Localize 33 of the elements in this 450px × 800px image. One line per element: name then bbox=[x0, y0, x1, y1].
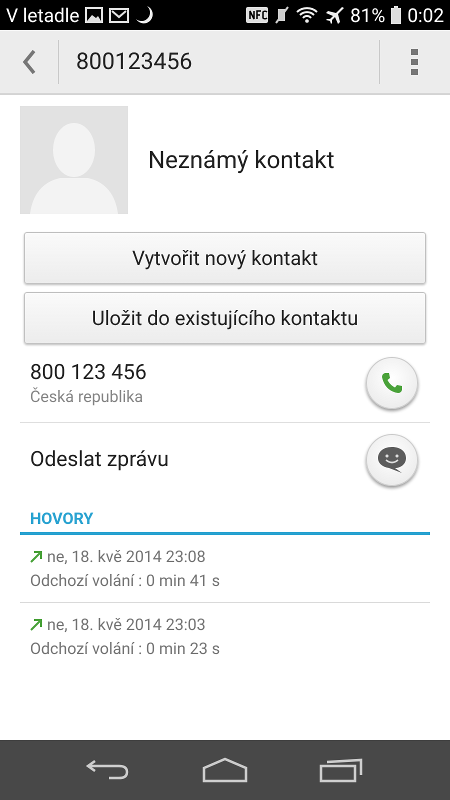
mail-icon bbox=[109, 8, 130, 22]
message-button[interactable] bbox=[366, 434, 418, 486]
battery-icon bbox=[391, 6, 402, 24]
recent-apps-icon bbox=[318, 757, 365, 783]
phone-number: 800 123 456 bbox=[30, 360, 147, 384]
back-icon bbox=[22, 48, 36, 74]
image-icon bbox=[85, 7, 104, 23]
clock-time: 0:02 bbox=[407, 4, 444, 26]
phone-icon bbox=[381, 372, 403, 394]
phone-number-title: 800123456 bbox=[75, 48, 194, 75]
airplane-icon bbox=[324, 5, 344, 25]
call-detail: Odchozí volání : 0 min 41 s bbox=[30, 571, 221, 590]
nfc-icon bbox=[246, 7, 268, 23]
battery-percent: 81% bbox=[350, 4, 386, 26]
call-button[interactable] bbox=[366, 357, 418, 409]
arrow-icon bbox=[30, 618, 43, 631]
moon-icon bbox=[135, 5, 154, 25]
chat-bubble-icon bbox=[377, 446, 407, 474]
action-button[interactable]: Uložit do existujícího kontaktu bbox=[24, 292, 426, 344]
carrier-text: V letadle bbox=[6, 4, 80, 26]
country-label: Česká republika bbox=[30, 386, 144, 406]
arrow-icon bbox=[30, 550, 43, 563]
menu-icon bbox=[411, 48, 419, 74]
contact-name: Neznámý kontakt bbox=[148, 146, 334, 174]
send-message-label[interactable]: Odeslat zprávu bbox=[30, 448, 169, 472]
home-icon bbox=[202, 757, 248, 783]
wifi-icon bbox=[296, 7, 318, 23]
call-detail: Odchozí volání : 0 min 23 s bbox=[30, 639, 221, 658]
call-date: ne, 18. kvě 2014 23:03 bbox=[47, 615, 206, 634]
action-button[interactable]: Vytvořit nový kontakt bbox=[24, 232, 426, 284]
muted-vibrate-icon bbox=[274, 6, 290, 24]
call-date: ne, 18. kvě 2014 23:08 bbox=[47, 547, 206, 566]
section-header: HOVORY bbox=[20, 509, 430, 535]
